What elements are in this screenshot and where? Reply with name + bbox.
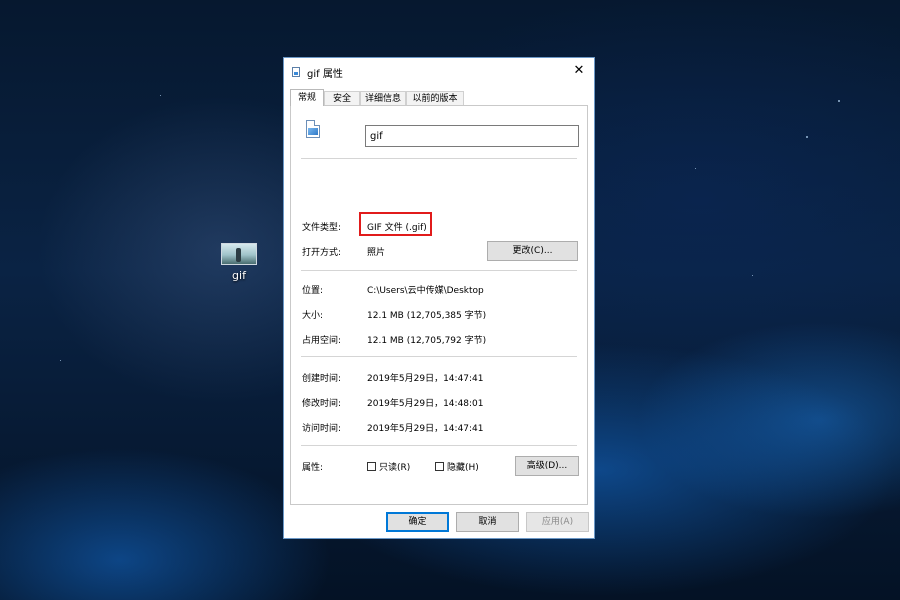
ok-button[interactable]: 确定 xyxy=(386,512,449,532)
close-icon: ✕ xyxy=(573,63,585,78)
desktop-file-gif[interactable]: gif xyxy=(215,240,263,282)
cancel-button[interactable]: 取消 xyxy=(456,512,519,532)
tab-general[interactable]: 常规 xyxy=(290,89,324,106)
star xyxy=(695,168,696,169)
readonly-checkbox[interactable] xyxy=(367,462,376,471)
hidden-checkbox[interactable] xyxy=(435,462,444,471)
size-on-disk-label: 占用空间: xyxy=(302,336,342,346)
divider xyxy=(301,445,577,446)
readonly-label[interactable]: 只读(R) xyxy=(379,460,410,473)
divider xyxy=(301,356,577,357)
divider xyxy=(301,158,577,159)
title-bar[interactable]: gif 属性 ✕ xyxy=(284,58,594,85)
modified-value: 2019年5月29日，14:48:01 xyxy=(367,399,484,409)
star xyxy=(60,360,61,361)
created-value: 2019年5月29日，14:47:41 xyxy=(367,374,484,384)
desktop-icon-label: gif xyxy=(232,269,246,282)
tab-security[interactable]: 安全 xyxy=(324,91,360,105)
apply-button[interactable]: 应用(A) xyxy=(526,512,589,532)
attributes-label: 属性: xyxy=(302,463,324,473)
advanced-button[interactable]: 高级(D)... xyxy=(515,456,579,476)
divider xyxy=(301,270,577,271)
star xyxy=(160,95,161,96)
accessed-label: 访问时间: xyxy=(302,424,342,434)
filename-input[interactable] xyxy=(365,125,579,147)
dialog-title: gif 属性 xyxy=(307,69,343,80)
opens-with-value: 照片 xyxy=(367,248,386,258)
properties-dialog: gif 属性 ✕ 常规 安全 详细信息 以前的版本 文件类型: GIF 文件 (… xyxy=(283,57,595,539)
size-on-disk-value: 12.1 MB (12,705,792 字节) xyxy=(367,336,487,346)
file-type-highlight-box xyxy=(359,212,432,236)
file-type-label: 文件类型: xyxy=(302,223,342,233)
created-label: 创建时间: xyxy=(302,374,342,384)
size-value: 12.1 MB (12,705,385 字节) xyxy=(367,311,487,321)
modified-label: 修改时间: xyxy=(302,399,342,409)
star xyxy=(838,100,840,102)
location-value: C:\Users\云中传媒\Desktop xyxy=(367,286,484,296)
change-button[interactable]: 更改(C)... xyxy=(487,241,578,261)
image-file-icon xyxy=(306,120,320,138)
star xyxy=(806,136,808,138)
general-panel: 文件类型: GIF 文件 (.gif) 打开方式: 照片 更改(C)... 位置… xyxy=(290,105,588,505)
tab-previous-versions[interactable]: 以前的版本 xyxy=(406,91,464,105)
gif-thumbnail-icon xyxy=(221,243,257,265)
star xyxy=(752,275,753,276)
file-icon xyxy=(292,67,300,77)
size-label: 大小: xyxy=(302,311,324,321)
location-label: 位置: xyxy=(302,286,324,296)
accessed-value: 2019年5月29日，14:47:41 xyxy=(367,424,484,434)
close-button[interactable]: ✕ xyxy=(564,58,594,84)
opens-with-label: 打开方式: xyxy=(302,248,342,258)
hidden-label[interactable]: 隐藏(H) xyxy=(447,460,479,473)
tab-details[interactable]: 详细信息 xyxy=(360,91,406,105)
